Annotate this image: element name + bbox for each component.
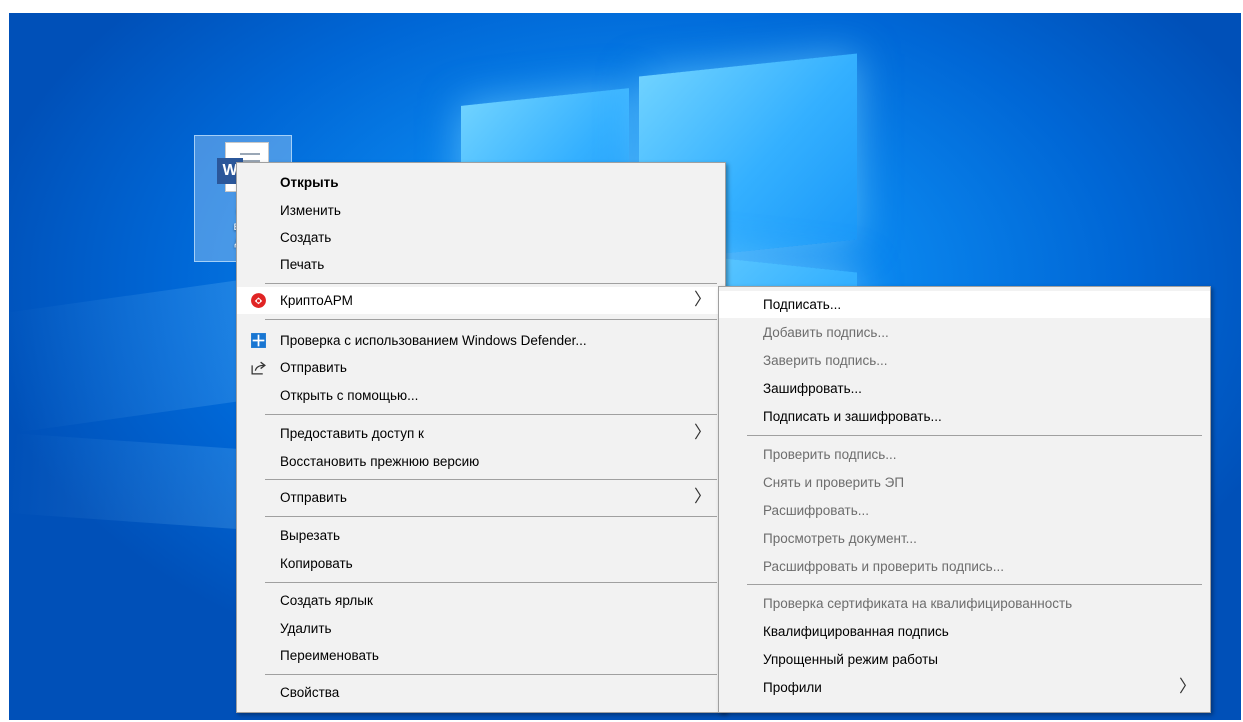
menu-item-properties[interactable]: Свойства [237,679,725,706]
menu-item-label: Открыть [280,175,339,190]
menu-item-label: Восстановить прежнюю версию [280,454,480,469]
windows-defender-icon [251,333,266,348]
menu-item-label: Копировать [280,556,353,571]
chevron-right-icon: 〉 [694,487,711,507]
menu-item-label: Квалифицированная подпись [763,624,949,639]
menu-item-delete[interactable]: Удалить [237,615,725,642]
menu-item-label: Вырезать [280,528,341,543]
submenu-item-qualified-signature[interactable]: Квалифицированная подпись [719,618,1210,645]
menu-item-label: Проверка с использованием Windows Defend… [280,333,587,348]
menu-item-label: Расшифровать и проверить подпись... [763,559,1004,574]
menu-item-create-shortcut[interactable]: Создать ярлык [237,587,725,614]
menu-item-share[interactable]: Отправить [237,354,725,381]
menu-item-label: Снять и проверить ЭП [763,475,905,490]
menu-item-label: Просмотреть документ... [763,531,917,546]
chevron-right-icon: 〉 [694,290,711,310]
menu-item-label: Переименовать [280,648,379,663]
menu-item-cut[interactable]: Вырезать [237,522,725,549]
submenu-item-sign-and-encrypt[interactable]: Подписать и зашифровать... [719,403,1210,430]
menu-separator [265,582,717,583]
submenu-item-encrypt[interactable]: Зашифровать... [719,375,1210,402]
menu-separator [265,283,717,284]
menu-item-label: Проверка сертификата на квалифицированно… [763,596,1073,611]
menu-separator [265,479,717,480]
menu-item-label: Упрощенный режим работы [763,652,938,667]
submenu-item-add-signature[interactable]: Добавить подпись... [719,319,1210,346]
cryptoarm-icon [251,293,266,308]
menu-item-send-to[interactable]: Отправить 〉 [237,484,725,511]
submenu-item-simple-mode[interactable]: Упрощенный режим работы [719,646,1210,673]
menu-item-copy[interactable]: Копировать [237,550,725,577]
menu-separator [265,516,717,517]
menu-item-label: Профили [763,680,822,695]
menu-item-label: Печать [280,257,325,272]
menu-item-label: Удалить [280,621,332,636]
menu-item-label: Отправить [280,360,347,375]
menu-item-label: Подписать и зашифровать... [763,409,942,424]
menu-item-open-with[interactable]: Открыть с помощью... [237,382,725,409]
screenshot: W Оч важ док Открыть Изменить Создать Пе… [0,0,1243,722]
submenu-item-remove-and-verify[interactable]: Снять и проверить ЭП [719,469,1210,496]
menu-separator [747,584,1202,585]
chevron-right-icon: 〉 [694,423,711,443]
menu-item-label: Отправить [280,490,347,505]
menu-item-label: КриптоАРМ [280,293,353,308]
menu-separator [265,414,717,415]
submenu-item-check-qualified-cert[interactable]: Проверка сертификата на квалифицированно… [719,590,1210,617]
menu-item-edit[interactable]: Изменить [237,197,725,224]
menu-item-label: Открыть с помощью... [280,388,419,403]
submenu-item-verify-signature[interactable]: Проверить подпись... [719,441,1210,468]
submenu-item-profiles[interactable]: Профили 〉 [719,674,1210,701]
menu-item-label: Заверить подпись... [763,353,888,368]
menu-item-label: Изменить [280,203,341,218]
submenu-item-decrypt[interactable]: Расшифровать... [719,497,1210,524]
menu-item-give-access[interactable]: Предоставить доступ к 〉 [237,420,725,447]
submenu-item-sign[interactable]: Подписать... [719,291,1210,318]
menu-item-rename[interactable]: Переименовать [237,642,725,669]
menu-item-label: Зашифровать... [763,381,862,396]
menu-item-label: Предоставить доступ к [280,426,424,441]
submenu-item-certify-signature[interactable]: Заверить подпись... [719,347,1210,374]
menu-item-label: Проверить подпись... [763,447,897,462]
chevron-right-icon: 〉 [1179,677,1196,697]
share-icon [251,361,266,375]
menu-item-label: Подписать... [763,297,842,312]
context-menu: Открыть Изменить Создать Печать КриптоАР… [236,162,726,713]
menu-item-cryptoarm[interactable]: КриптоАРМ 〉 [237,287,725,314]
menu-item-restore-version[interactable]: Восстановить прежнюю версию [237,448,725,475]
submenu-item-view-document[interactable]: Просмотреть документ... [719,525,1210,552]
menu-separator [265,319,717,320]
menu-item-label: Расшифровать... [763,503,870,518]
menu-item-label: Свойства [280,685,340,700]
cryptoarm-submenu: Подписать... Добавить подпись... Заверит… [718,286,1211,713]
menu-separator [265,674,717,675]
submenu-item-decrypt-and-verify[interactable]: Расшифровать и проверить подпись... [719,553,1210,580]
menu-item-open[interactable]: Открыть [237,169,725,196]
menu-item-new[interactable]: Создать [237,224,725,251]
menu-separator [747,435,1202,436]
menu-item-label: Создать [280,230,332,245]
menu-item-defender-scan[interactable]: Проверка с использованием Windows Defend… [237,327,725,354]
menu-item-label: Создать ярлык [280,593,373,608]
menu-item-print[interactable]: Печать [237,251,725,278]
menu-item-label: Добавить подпись... [763,325,889,340]
